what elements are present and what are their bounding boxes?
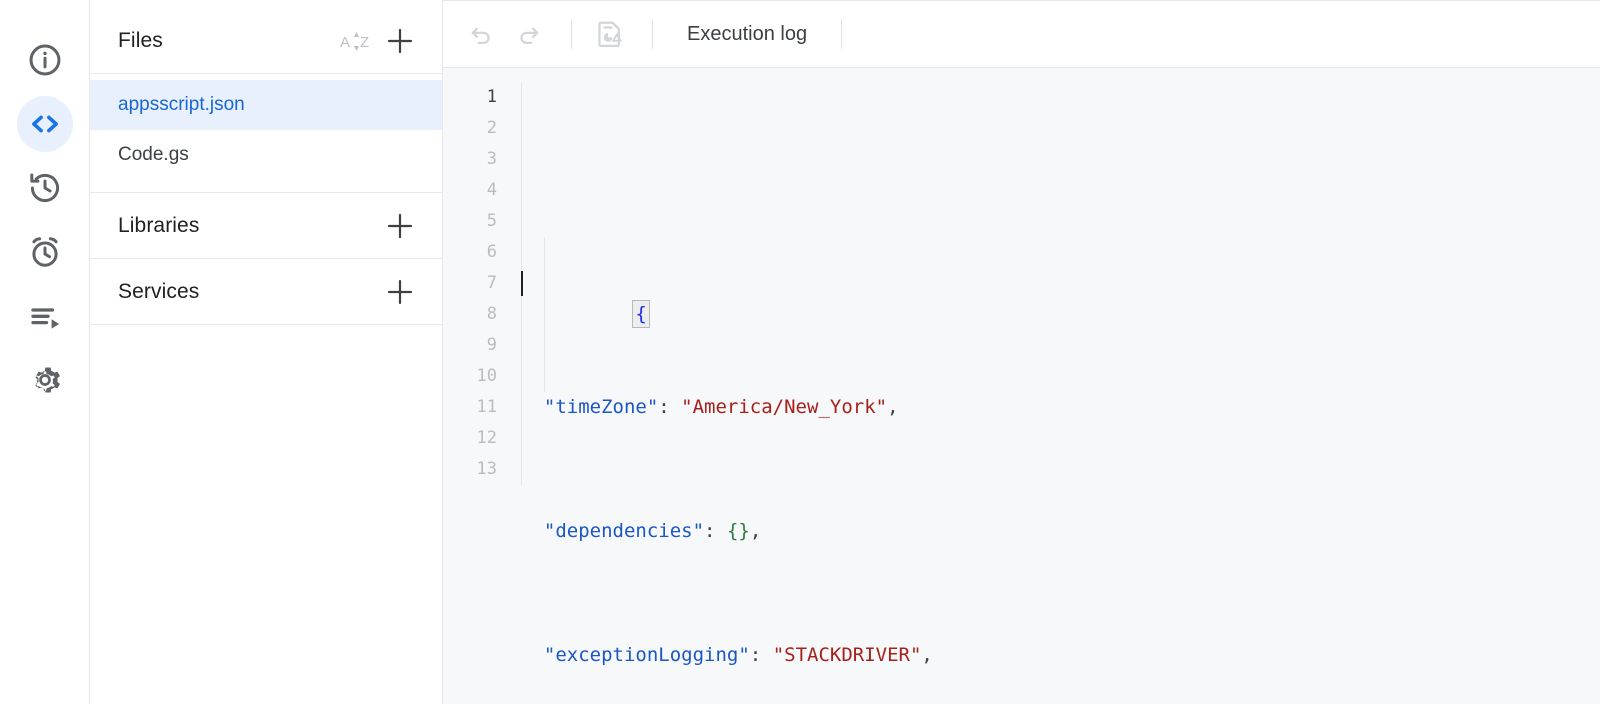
code-content[interactable]: { "timeZone": "America/New_York", "depen… xyxy=(511,68,1600,704)
line-number: 11 xyxy=(476,397,497,417)
sidebar-item-executions[interactable] xyxy=(17,288,73,344)
execution-log-button[interactable]: Execution log xyxy=(669,23,825,46)
json-key: "exceptionLogging" xyxy=(543,644,750,666)
file-item-code-gs[interactable]: Code.gs xyxy=(90,130,442,180)
sidebar-item-project-settings[interactable] xyxy=(17,352,73,408)
overview-info-icon xyxy=(27,42,63,78)
save-project-button[interactable] xyxy=(588,12,632,56)
files-section-title: Files xyxy=(118,28,163,52)
triggers-alarm-icon xyxy=(27,234,63,270)
file-name-label: appsscript.json xyxy=(118,94,245,115)
sort-letter-a: A xyxy=(340,34,350,51)
add-library-button[interactable] xyxy=(384,210,416,242)
code-line: { xyxy=(511,268,1600,328)
file-name-label: Code.gs xyxy=(118,144,189,165)
line-number: 4 xyxy=(486,180,497,200)
gear-icon xyxy=(27,362,63,398)
undo-button[interactable] xyxy=(459,12,503,56)
json-empty-object: {} xyxy=(726,520,750,542)
sort-letter-z: Z xyxy=(360,34,369,51)
line-number: 6 xyxy=(486,242,497,262)
sidebar-item-project-history[interactable] xyxy=(17,160,73,216)
open-brace-token: { xyxy=(632,300,650,328)
code-editor[interactable]: 1 2 3 4 5 6 7 8 9 10 11 12 13 {"timeZon… xyxy=(443,68,1600,704)
line-number: 3 xyxy=(486,149,497,169)
save-to-drive-icon xyxy=(598,21,623,47)
history-icon xyxy=(27,170,63,206)
services-section-title: Services xyxy=(118,279,200,303)
json-string-value: "America/New_York" xyxy=(681,396,888,418)
line-number: 13 xyxy=(476,459,497,479)
line-number: 12 xyxy=(476,428,497,448)
toolbar-divider xyxy=(571,19,572,49)
apps-script-editor-window: Files A Z appsscript.json Code.gs Librar… xyxy=(0,0,1600,704)
files-section-header: Files A Z xyxy=(90,8,442,74)
editor-toolbar: Execution log xyxy=(443,0,1600,68)
line-number: 5 xyxy=(486,211,497,231)
file-item-appsscript-json[interactable]: appsscript.json xyxy=(90,80,442,130)
sidebar-item-editor[interactable] xyxy=(16,96,73,152)
executions-icon xyxy=(27,298,63,334)
line-number-gutter: 1 2 3 4 5 6 7 8 9 10 11 12 13 xyxy=(443,68,511,704)
add-service-button[interactable] xyxy=(384,276,416,308)
json-string-value: "STACKDRIVER" xyxy=(772,644,922,666)
services-section-header: Services xyxy=(90,259,442,325)
sidebar-item-triggers[interactable] xyxy=(17,224,73,280)
editor-area: Execution log 1 2 3 4 5 6 7 8 9 10 11 12… xyxy=(443,0,1600,704)
code-line: "exceptionLogging": "STACKDRIVER", xyxy=(543,644,933,666)
toolbar-divider xyxy=(652,19,653,49)
line-number: 9 xyxy=(486,335,497,355)
line-number: 1 xyxy=(486,87,497,107)
left-icon-rail xyxy=(0,0,90,704)
libraries-section-header: Libraries xyxy=(90,193,442,259)
text-cursor xyxy=(521,271,523,296)
file-list: appsscript.json Code.gs xyxy=(90,74,442,180)
libraries-section-title: Libraries xyxy=(118,213,200,237)
redo-button[interactable] xyxy=(507,12,551,56)
json-key: "timeZone" xyxy=(543,396,659,418)
add-file-button[interactable] xyxy=(384,25,416,57)
json-key: "dependencies" xyxy=(543,520,705,542)
code-line: "timeZone": "America/New_York", xyxy=(543,396,899,418)
line-number: 7 xyxy=(486,273,497,293)
sort-files-button[interactable]: A Z xyxy=(340,26,374,56)
code-line: "dependencies": {}, xyxy=(543,520,762,542)
sidebar-item-overview[interactable] xyxy=(17,32,73,88)
code-editor-icon xyxy=(27,106,63,142)
line-number: 8 xyxy=(486,304,497,324)
toolbar-divider xyxy=(841,19,843,49)
line-number: 10 xyxy=(476,366,497,386)
explorer-panel: Files A Z appsscript.json Code.gs Librar… xyxy=(90,0,443,704)
line-number: 2 xyxy=(486,118,497,138)
